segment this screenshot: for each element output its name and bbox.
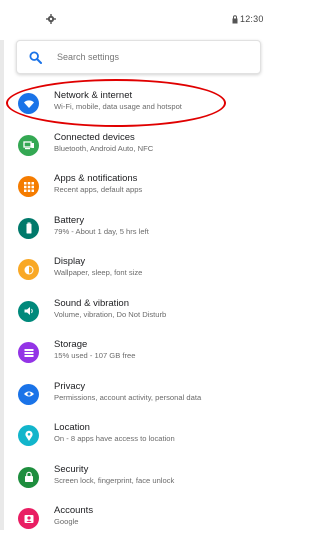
settings-item-title: Accounts (54, 505, 94, 516)
brightness-icon (18, 259, 39, 280)
settings-item-display[interactable]: Display Wallpaper, sleep, font size (0, 248, 265, 290)
search-bar[interactable]: Search settings (16, 40, 261, 74)
settings-item-subtitle: Google (54, 517, 79, 526)
settings-item-title: Connected devices (54, 131, 135, 143)
settings-item-subtitle: Wallpaper, sleep, font size (54, 268, 143, 277)
devices-icon (18, 134, 39, 156)
settings-item-title: Privacy (54, 380, 86, 392)
settings-item-title: Apps & notifications (54, 173, 138, 184)
search-icon (29, 51, 42, 64)
settings-item-accounts[interactable]: Accounts Google (0, 497, 265, 539)
status-time: 12:30 (240, 14, 264, 24)
lock-icon (18, 466, 39, 488)
apps-grid-icon (18, 176, 39, 197)
settings-item-title: Storage (54, 339, 88, 350)
settings-item-subtitle: On - 8 apps have access to location (54, 434, 175, 443)
battery-icon (18, 217, 39, 239)
storage-icon (18, 342, 39, 363)
settings-item-title: Battery (54, 214, 85, 226)
settings-item-title: Network & internet (54, 90, 133, 101)
settings-item-location[interactable]: Location On - 8 apps have access to loca… (0, 414, 265, 456)
settings-item-subtitle: Permissions, account activity, personal … (54, 392, 202, 402)
settings-item-subtitle: Bluetooth, Android Auto, NFC (54, 143, 154, 153)
settings-list: Network & internet Wi-Fi, mobile, data u… (0, 82, 265, 539)
settings-item-subtitle: Wi-Fi, mobile, data usage and hotspot (54, 102, 182, 111)
status-bar: 12:30 (0, 0, 265, 40)
settings-item-subtitle: Volume, vibration, Do Not Disturb (54, 309, 167, 319)
speaker-icon (18, 300, 39, 322)
location-pin-icon (18, 425, 39, 446)
settings-item-battery[interactable]: Battery 79% - About 1 day, 5 hrs left (0, 207, 265, 249)
privacy-eye-icon (18, 383, 39, 405)
search-placeholder: Search settings (57, 52, 120, 62)
settings-item-sound[interactable]: Sound & vibration Volume, vibration, Do … (0, 290, 265, 332)
settings-item-subtitle: 79% - About 1 day, 5 hrs left (54, 226, 149, 236)
settings-item-title: Security (54, 463, 89, 475)
settings-item-title: Location (54, 422, 90, 433)
account-icon (18, 508, 39, 529)
settings-item-connected-devices[interactable]: Connected devices Bluetooth, Android Aut… (0, 124, 265, 166)
settings-item-title: Sound & vibration (54, 297, 129, 309)
settings-item-apps[interactable]: Apps & notifications Recent apps, defaul… (0, 165, 265, 207)
settings-item-subtitle: Recent apps, default apps (54, 185, 143, 194)
settings-item-network[interactable]: Network & internet Wi-Fi, mobile, data u… (0, 82, 265, 124)
settings-item-storage[interactable]: Storage 15% used - 107 GB free (0, 331, 265, 373)
lock-status-icon (232, 15, 238, 24)
settings-item-title: Display (54, 256, 86, 267)
settings-item-privacy[interactable]: Privacy Permissions, account activity, p… (0, 373, 265, 415)
settings-item-subtitle: 15% used - 107 GB free (54, 351, 136, 360)
settings-item-subtitle: Screen lock, fingerprint, face unlock (54, 475, 175, 485)
settings-item-security[interactable]: Security Screen lock, fingerprint, face … (0, 456, 265, 498)
gear-icon (46, 14, 56, 24)
wifi-icon (18, 93, 39, 114)
